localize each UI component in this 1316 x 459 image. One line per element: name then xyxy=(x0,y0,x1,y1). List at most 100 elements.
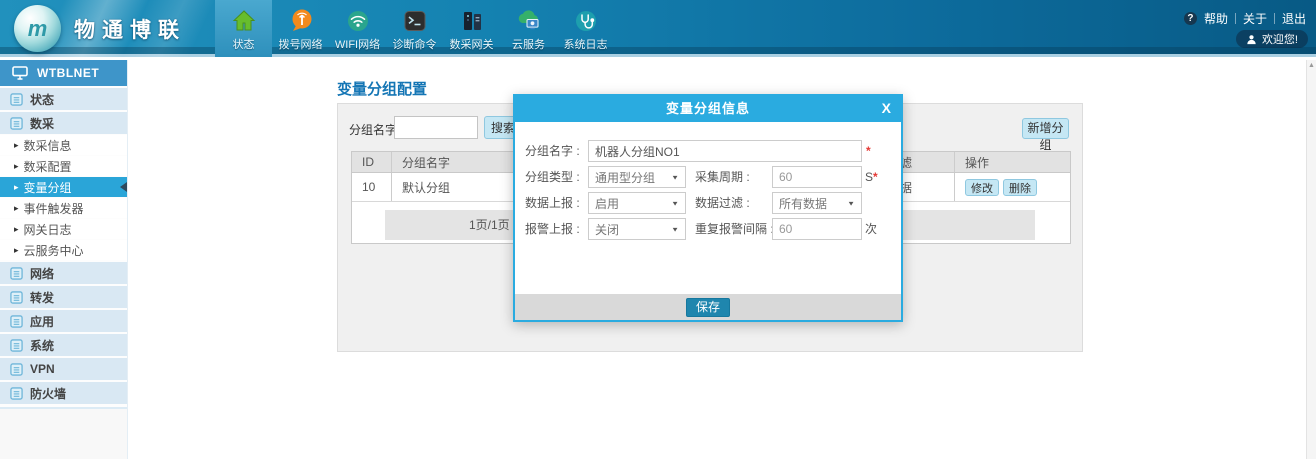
nav-item-diagnostic-command[interactable]: 诊断命令 xyxy=(386,0,443,57)
list-icon xyxy=(10,315,23,328)
sidebar-subitem-label: 云服务中心 xyxy=(24,242,84,259)
group-type-select[interactable]: 通用型分组 ▼ xyxy=(588,166,686,188)
top-nav: 状态 拨号网络 WIFI网络 诊断命令 数采网关 云服务 xyxy=(215,0,614,57)
repeat-alarm-interval-field xyxy=(772,218,862,240)
person-icon xyxy=(1246,34,1257,45)
required-asterisk: * xyxy=(873,170,878,184)
nav-item-cloud-service[interactable]: 云服务 xyxy=(500,0,557,57)
edit-button[interactable]: 修改 xyxy=(965,179,999,196)
sidebar-subitem-label: 变量分组 xyxy=(24,179,72,196)
welcome-user-badge[interactable]: 欢迎您! xyxy=(1236,30,1308,48)
list-icon xyxy=(10,291,23,304)
nav-item-status[interactable]: 状态 xyxy=(215,0,272,57)
dialog-header: 变量分组信息 X xyxy=(515,96,901,122)
close-icon[interactable]: X xyxy=(882,100,891,116)
about-link[interactable]: 关于 xyxy=(1243,10,1267,27)
nav-item-wifi-network[interactable]: WIFI网络 xyxy=(329,0,386,57)
gateway-device-icon xyxy=(459,8,485,34)
nav-label: 诊断命令 xyxy=(393,36,437,52)
sidebar-item-label: VPN xyxy=(30,362,55,376)
stethoscope-icon xyxy=(573,8,599,34)
save-button[interactable]: 保存 xyxy=(686,298,730,317)
monitor-icon xyxy=(12,66,28,80)
triangle-right-icon: ▸ xyxy=(14,245,19,256)
sidebar-item-label: 数采 xyxy=(30,115,54,132)
nav-item-system-log[interactable]: 系统日志 xyxy=(557,0,614,57)
sidebar-subitem-variable-group[interactable]: ▸ 变量分组 xyxy=(0,177,127,197)
sidebar-item-application[interactable]: 应用 xyxy=(0,310,127,332)
sidebar-item-network[interactable]: 网络 xyxy=(0,262,127,284)
sidebar-item-label: 防火墙 xyxy=(30,385,66,402)
vertical-scrollbar[interactable]: ▲ xyxy=(1306,60,1316,459)
list-icon xyxy=(10,267,23,280)
sidebar-subitem-event-trigger[interactable]: ▸ 事件触发器 xyxy=(0,198,127,218)
triangle-right-icon: ▸ xyxy=(14,161,19,172)
sidebar-item-status[interactable]: 状态 xyxy=(0,88,127,110)
sidebar-item-data-collect[interactable]: 数采 xyxy=(0,112,127,134)
sidebar-empty-area xyxy=(0,407,127,459)
logout-link[interactable]: 退出 xyxy=(1282,10,1306,27)
nav-item-data-gateway[interactable]: 数采网关 xyxy=(443,0,500,57)
triangle-right-icon: ▸ xyxy=(14,182,19,193)
sidebar-item-firewall[interactable]: 防火墙 xyxy=(0,382,127,404)
cell-id: 10 xyxy=(352,173,392,201)
group-name-search-input[interactable] xyxy=(394,116,478,139)
divider xyxy=(1235,13,1236,24)
list-icon xyxy=(10,363,23,376)
chevron-down-icon: ▼ xyxy=(847,199,855,206)
sidebar-item-system[interactable]: 系统 xyxy=(0,334,127,356)
nav-label: 数采网关 xyxy=(450,36,494,52)
sidebar-item-vpn[interactable]: VPN xyxy=(0,358,127,380)
list-icon xyxy=(10,93,23,106)
sidebar-subitem-collect-config[interactable]: ▸ 数采配置 xyxy=(0,156,127,176)
group-type-label: 分组类型 : xyxy=(525,166,580,188)
sidebar-item-forward[interactable]: 转发 xyxy=(0,286,127,308)
sidebar-subitem-label: 数采信息 xyxy=(24,137,72,154)
add-group-button[interactable]: 新增分组 xyxy=(1022,118,1069,139)
top-right-links: ? 帮助 关于 退出 xyxy=(1184,10,1306,27)
header-id: ID xyxy=(352,152,392,172)
home-icon xyxy=(231,8,257,34)
nav-label: 状态 xyxy=(233,36,255,52)
selected-option: 启用 xyxy=(595,195,619,212)
sidebar-subitem-label: 事件触发器 xyxy=(24,200,84,217)
terminal-icon xyxy=(402,8,428,34)
delete-button[interactable]: 删除 xyxy=(1003,179,1037,196)
sidebar-subitem-collect-info[interactable]: ▸ 数采信息 xyxy=(0,135,127,155)
triangle-right-icon: ▸ xyxy=(14,140,19,151)
collect-period-field xyxy=(772,166,862,188)
divider xyxy=(1274,13,1275,24)
app-window: m 物通博联 状态 拨号网络 WIFI网络 诊断命令 数采网关 xyxy=(0,0,1316,459)
group-name-label: 分组名字 : xyxy=(525,140,580,162)
list-icon xyxy=(10,339,23,352)
data-report-select[interactable]: 启用 ▼ xyxy=(588,192,686,214)
dialup-antenna-icon xyxy=(288,8,314,34)
data-filter-select[interactable]: 所有数据 ▼ xyxy=(772,192,862,214)
triangle-right-icon: ▸ xyxy=(14,224,19,235)
sidebar-item-label: 系统 xyxy=(30,337,54,354)
nav-label: 系统日志 xyxy=(564,36,608,52)
top-bar: m 物通博联 状态 拨号网络 WIFI网络 诊断命令 数采网关 xyxy=(0,0,1316,57)
data-report-label: 数据上报 : xyxy=(525,192,580,214)
repeat-alarm-interval-input[interactable] xyxy=(773,219,861,239)
logo-sphere-icon: m xyxy=(14,5,61,52)
dialog-title: 变量分组信息 xyxy=(515,96,901,122)
help-link[interactable]: 帮助 xyxy=(1204,10,1228,27)
dialog-footer: 保存 xyxy=(515,294,901,320)
alarm-report-select[interactable]: 关闭 ▼ xyxy=(588,218,686,240)
sidebar-subitem-cloud-center[interactable]: ▸ 云服务中心 xyxy=(0,240,127,260)
times-unit: 次 xyxy=(865,218,877,240)
repeat-alarm-interval-label: 重复报警间隔 : xyxy=(695,218,774,240)
cloud-service-icon xyxy=(516,8,542,34)
wifi-icon xyxy=(345,8,371,34)
sidebar-subitem-gateway-log[interactable]: ▸ 网关日志 xyxy=(0,219,127,239)
collect-period-label: 采集周期 : xyxy=(695,166,750,188)
list-icon xyxy=(10,387,23,400)
alarm-report-label: 报警上报 : xyxy=(525,218,580,240)
collect-period-input[interactable] xyxy=(773,167,861,187)
group-name-input[interactable] xyxy=(589,141,861,161)
sidebar-subitem-label: 网关日志 xyxy=(24,221,72,238)
sidebar-item-label: 网络 xyxy=(30,265,54,282)
nav-item-dialup-network[interactable]: 拨号网络 xyxy=(272,0,329,57)
welcome-text: 欢迎您! xyxy=(1262,31,1298,47)
